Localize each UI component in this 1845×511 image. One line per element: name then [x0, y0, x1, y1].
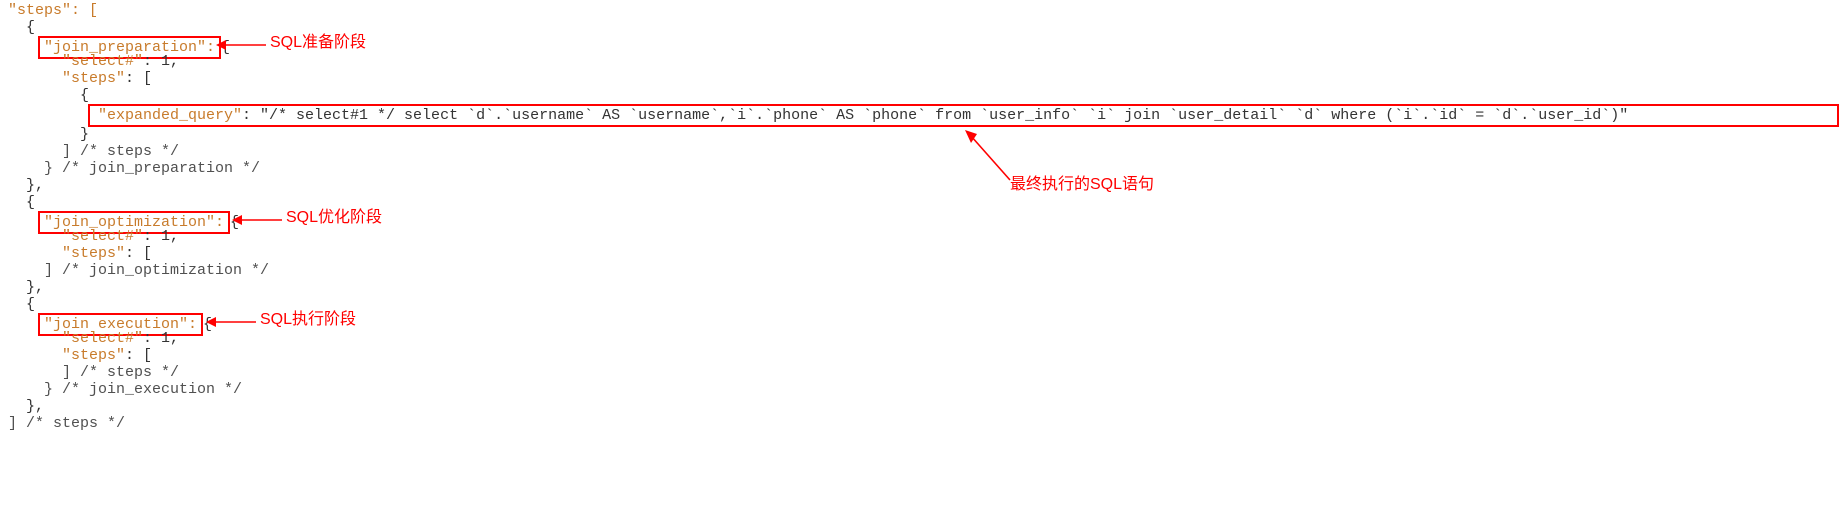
brace: },	[26, 398, 44, 415]
key-steps: "steps": [	[8, 2, 98, 19]
comment: ] /* steps */	[62, 364, 179, 381]
row-join-execution: "join execution": { SQL执行阶段	[0, 313, 1845, 330]
key-expanded-query: "expanded_query"	[98, 107, 242, 124]
annotation-exec: SQL执行阶段	[260, 311, 356, 328]
key-select-hash: "select#"	[62, 228, 143, 245]
key-select-hash: "select#"	[62, 330, 143, 347]
key-steps-inner: "steps"	[62, 347, 125, 364]
key-steps-inner: "steps"	[62, 245, 125, 262]
comment: ] /* join_optimization */	[44, 262, 269, 279]
brace: {	[26, 194, 35, 211]
brace: },	[26, 279, 44, 296]
text: : [	[125, 245, 152, 262]
brace: {	[26, 296, 35, 313]
code-block: "steps": [ { "join_preparation": { SQL准备…	[0, 2, 1845, 432]
comment: ] /* steps */	[8, 415, 125, 432]
brace: {	[80, 87, 89, 104]
brace: {	[26, 19, 35, 36]
comment: } /* join_preparation */	[44, 160, 260, 177]
comment: } /* join_execution */	[44, 381, 242, 398]
brace: }	[80, 126, 89, 143]
expanded-query-value: : "/* select#1 */ select `d`.`username` …	[242, 107, 1628, 124]
row-join-preparation: "join_preparation": { SQL准备阶段	[0, 36, 1845, 53]
annotation-opt: SQL优化阶段	[286, 209, 382, 226]
text: : [	[125, 347, 152, 364]
row-expanded-query: "expanded_query": "/* select#1 */ select…	[0, 104, 1845, 126]
text: : 1,	[143, 53, 179, 70]
text: : [	[125, 70, 152, 87]
comment: ] /* steps */	[62, 143, 179, 160]
key-select-hash: "select#"	[62, 53, 143, 70]
text: : 1,	[143, 330, 179, 347]
brace: },	[26, 177, 44, 194]
annotation-prep: SQL准备阶段	[270, 34, 366, 51]
key-steps-inner: "steps"	[62, 70, 125, 87]
annotation-final-sql: 最终执行的SQL语句	[1010, 176, 1154, 193]
text: : 1,	[143, 228, 179, 245]
row-join-optimization: "join_optimization": { SQL优化阶段	[0, 211, 1845, 228]
